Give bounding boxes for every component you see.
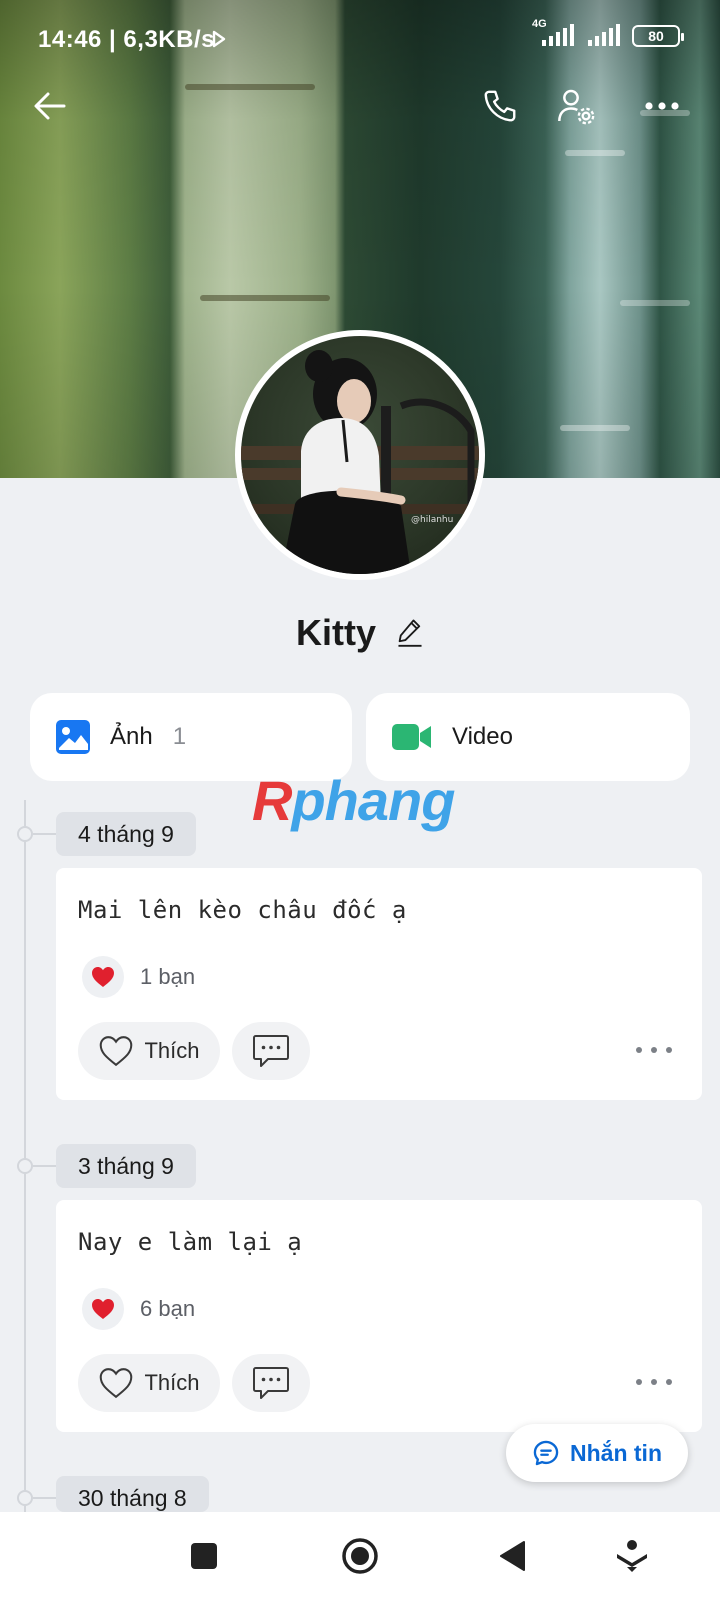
home-button[interactable] — [334, 1530, 386, 1582]
message-label: Nhắn tin — [570, 1439, 662, 1466]
like-button[interactable]: Thích — [78, 1354, 220, 1412]
profile-settings-icon — [558, 89, 595, 125]
comment-icon — [253, 1035, 289, 1067]
comment-button[interactable] — [232, 1354, 310, 1412]
like-label: Thích — [144, 1038, 200, 1063]
timeline-dot — [17, 1490, 59, 1506]
post-more-button[interactable] — [636, 1370, 672, 1394]
photos-label: Ảnh — [110, 723, 153, 750]
circle-icon — [342, 1538, 378, 1574]
video-camera-icon — [392, 724, 431, 750]
phone-call-icon — [484, 90, 516, 122]
more-icon — [645, 102, 679, 110]
avatar-watermark: @hilanhu — [411, 515, 453, 525]
recent-apps-button[interactable] — [178, 1530, 230, 1582]
post-text: Nay e làm lại ạ — [78, 1228, 303, 1256]
square-icon — [191, 1543, 217, 1569]
back-arrow-icon — [34, 92, 66, 120]
triangle-back-icon — [500, 1541, 525, 1571]
date-chip: 3 tháng 9 — [56, 1144, 196, 1188]
battery-level: 80 — [648, 28, 664, 44]
watermark-logo: Rphang — [252, 768, 455, 833]
assistant-button[interactable] — [606, 1530, 658, 1582]
profile-name: Kitty — [295, 612, 376, 653]
chat-bubble-icon — [533, 1440, 559, 1466]
photo-icon — [56, 720, 90, 754]
post-card[interactable]: Nay e làm lại ạ 6 bạn Thích — [56, 1200, 702, 1432]
avatar-photo: @hilanhu — [241, 350, 479, 574]
reaction-count: 1 bạn — [140, 964, 196, 989]
edit-name-button[interactable] — [396, 614, 424, 656]
battery-icon: 80 — [632, 25, 684, 47]
heart-reaction-icon — [82, 956, 124, 998]
status-time-speed: 14:46 | 6,3KB/s — [38, 26, 215, 53]
profile-name-row: Kitty — [0, 612, 720, 656]
reaction-summary[interactable]: 6 bạn — [82, 1288, 195, 1330]
profile-avatar[interactable]: @hilanhu — [235, 330, 485, 580]
status-bar: 14:46 | 6,3KB/s 4G 80 — [0, 0, 720, 80]
network-type-label: 4G — [532, 18, 547, 30]
play-icon — [212, 30, 226, 48]
timeline-line — [24, 800, 26, 1512]
call-button[interactable] — [474, 80, 526, 132]
post-card[interactable]: Mai lên kèo châu đốc ạ 1 bạn Thích — [56, 868, 702, 1100]
like-label: Thích — [144, 1370, 200, 1395]
assistant-icon — [617, 1540, 647, 1572]
heart-reaction-icon — [82, 1288, 124, 1330]
comment-button[interactable] — [232, 1022, 310, 1080]
system-nav-bar — [0, 1512, 720, 1600]
heart-outline-icon — [100, 1368, 133, 1399]
top-bar — [0, 80, 720, 132]
photos-count: 1 — [172, 723, 187, 750]
date-chip: 30 tháng 8 — [56, 1476, 209, 1512]
post-more-button[interactable] — [636, 1038, 672, 1062]
signal-4g-icon: 4G — [532, 18, 576, 48]
pencil-icon — [398, 620, 422, 648]
reaction-count: 6 bạn — [140, 1296, 196, 1321]
heart-outline-icon — [100, 1036, 133, 1067]
reaction-summary[interactable]: 1 bạn — [82, 956, 195, 998]
comment-icon — [253, 1367, 289, 1399]
timeline-dot — [17, 826, 59, 842]
profile-settings-button[interactable] — [550, 80, 602, 132]
watermark-rest: phang — [291, 769, 455, 832]
signal-icon — [588, 24, 620, 46]
more-options-button[interactable] — [636, 80, 688, 132]
back-button[interactable] — [24, 80, 76, 132]
message-button[interactable]: Nhắn tin — [506, 1424, 688, 1482]
videos-label: Video — [452, 723, 513, 750]
post-text: Mai lên kèo châu đốc ạ — [78, 896, 407, 924]
date-chip: 4 tháng 9 — [56, 812, 196, 856]
timeline-dot — [17, 1158, 59, 1174]
back-nav-button[interactable] — [486, 1530, 538, 1582]
watermark-first-letter: R — [252, 769, 292, 832]
like-button[interactable]: Thích — [78, 1022, 220, 1080]
